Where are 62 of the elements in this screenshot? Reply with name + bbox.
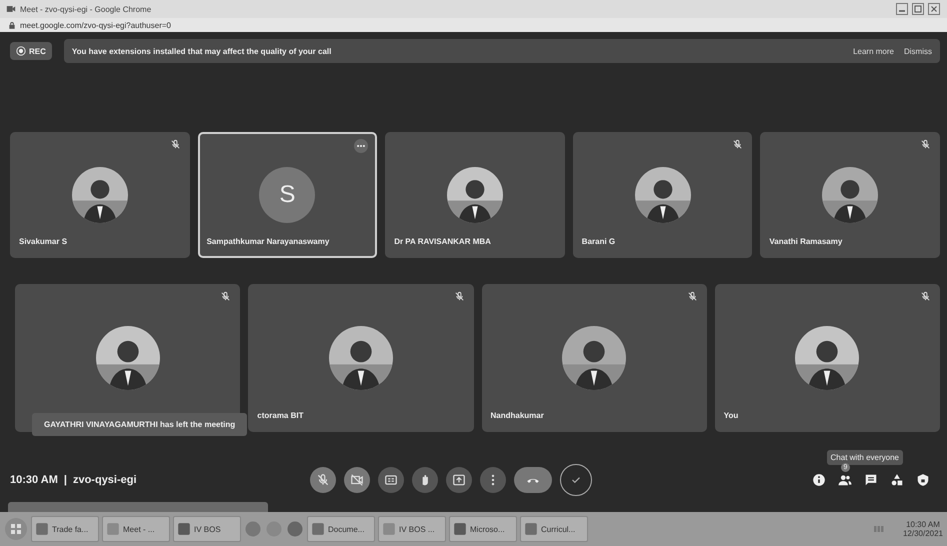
taskbar-item[interactable]: Docume... [307,516,375,542]
participant-name: Sivakumar S [19,237,68,246]
browser-tab-icon [6,4,16,14]
app-icon [382,522,396,536]
separator: | [64,474,67,486]
info-icon[interactable] [812,473,826,487]
mic-button[interactable] [310,467,336,493]
minimize-icon[interactable] [895,3,909,15]
meeting-code: zvo-qysi-egi [72,474,137,486]
recording-label: REC [29,46,46,56]
app-icon [106,522,120,536]
captions-icon [384,473,398,487]
lock-icon [8,20,16,30]
taskbar-item[interactable]: IV BOS ... [378,516,446,542]
maximize-icon[interactable] [911,3,925,15]
avatar-initial: S [259,167,316,223]
present-button[interactable] [446,467,472,493]
camera-button[interactable] [344,467,370,493]
app-icon [177,522,191,536]
taskbar-item[interactable]: Microso... [449,516,517,542]
clock-date: 12/30/2021 [902,529,943,538]
meeting-time: 10:30 AM [10,474,58,486]
more-options-icon[interactable] [354,139,368,153]
raise-hand-button[interactable] [412,467,438,493]
left-meeting-notification: GAYATHRI VINAYAGAMURTHI has left the meeting [32,413,248,436]
leave-call-button[interactable] [514,467,552,493]
present-icon [452,473,466,487]
clock-time: 10:30 AM [906,520,940,529]
window-title: Meet - zvo-qysi-egi - Google Chrome [20,4,152,14]
app-icon [311,522,325,536]
taskbar-item[interactable]: Meet - ... [102,516,170,542]
taskbar-item[interactable]: IV BOS [173,516,241,542]
participant-name: You [724,411,738,420]
shield-icon[interactable] [916,473,930,487]
participant-name: Barani G [582,237,616,246]
start-icon[interactable] [4,517,28,541]
check-button[interactable] [560,464,592,496]
banner-link[interactable]: Learn more [853,46,894,56]
address-field[interactable]: meet.google.com/zvo-qysi-egi?authuser=0 [20,20,171,30]
banner-link[interactable]: Dismiss [904,46,932,56]
participant-name: Vanathi Ramasamy [769,237,842,246]
close-icon[interactable] [927,3,941,15]
participant-name: ctorama BIT [257,411,304,420]
chat-tooltip: Chat with everyone [826,450,903,465]
taskbar-clock[interactable]: 10:30 AM 12/30/2021 [902,520,943,538]
more-button[interactable] [480,467,506,493]
taskbar-item[interactable]: Curricul... [520,516,588,542]
camera-icon [350,473,364,487]
participant-name: Sampathkumar Narayanaswamy [206,237,330,246]
chat-icon[interactable] [864,473,878,487]
app-icon [35,522,49,536]
participant-name: Nandhakumar [490,411,544,420]
participant-name: Dr PA RAVISANKAR MBA [394,237,491,246]
people-icon[interactable] [838,473,852,487]
taskbar-item[interactable]: Trade fa... [31,516,99,542]
record-icon [16,46,26,56]
app-icon [524,522,538,536]
captions-button[interactable] [378,467,404,493]
activities-icon[interactable] [890,473,904,487]
app-icon [453,522,467,536]
mic-icon [316,473,330,487]
warning-message: You have extensions installed that may affect the quality of your call [72,46,332,56]
